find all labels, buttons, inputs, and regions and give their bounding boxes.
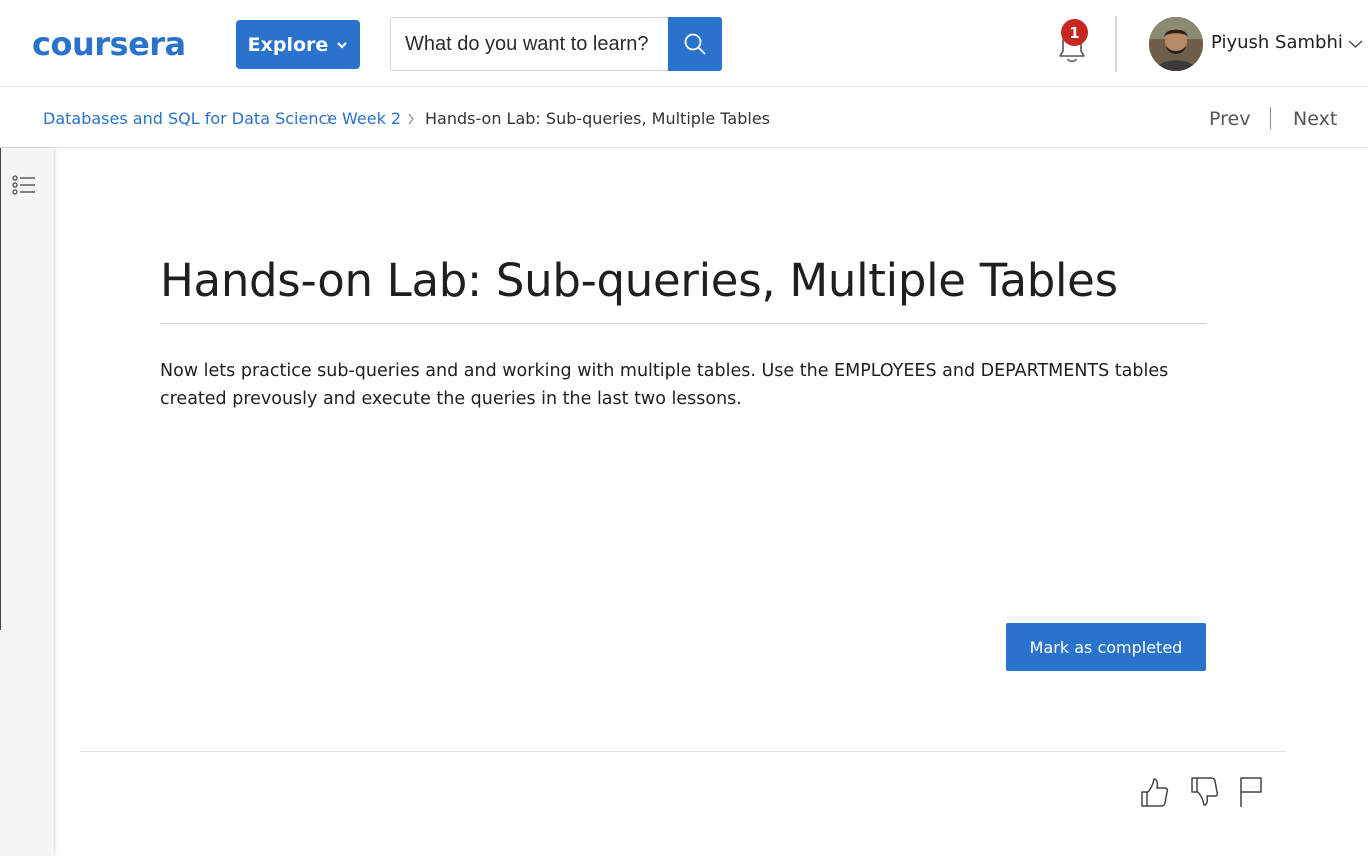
- lab-description: Now lets practice sub-queries and and wo…: [160, 361, 1169, 409]
- breadcrumb-week-link[interactable]: Week 2: [342, 109, 401, 128]
- chevron-down-icon: [337, 41, 348, 49]
- breadcrumb-course-link[interactable]: Databases and SQL for Data Science: [43, 109, 337, 128]
- search-bar: [390, 17, 722, 71]
- prev-button[interactable]: Prev: [1209, 108, 1250, 130]
- user-name[interactable]: Piyush Sambhi: [1211, 32, 1343, 53]
- notification-badge: 1: [1061, 19, 1088, 46]
- search-button[interactable]: [668, 17, 722, 71]
- thumbs-up-icon[interactable]: [1138, 775, 1170, 809]
- chevron-right-icon: [326, 113, 332, 125]
- nav-divider: [1270, 107, 1271, 129]
- breadcrumb-current-item: Hands-on Lab: Sub-queries, Multiple Tabl…: [425, 109, 770, 128]
- next-button[interactable]: Next: [1293, 108, 1337, 130]
- avatar-image: [1149, 17, 1203, 71]
- top-header: coursera Explore 1 Piyush Sambhi: [0, 0, 1368, 87]
- rail-edge: [0, 148, 1, 630]
- chevron-right-icon: [408, 113, 414, 125]
- title-divider: [160, 323, 1206, 324]
- coursera-logo[interactable]: coursera: [32, 26, 186, 62]
- breadcrumb: Databases and SQL for Data Science Week …: [0, 87, 1368, 148]
- thumbs-down-icon[interactable]: [1188, 775, 1220, 809]
- list-icon[interactable]: [10, 172, 38, 200]
- page-title: Hands-on Lab: Sub-queries, Multiple Tabl…: [160, 254, 1118, 307]
- chevron-down-icon[interactable]: [1348, 38, 1363, 50]
- explore-label: Explore: [247, 33, 329, 56]
- avatar[interactable]: [1149, 17, 1203, 71]
- flag-icon[interactable]: [1236, 775, 1268, 809]
- search-icon: [684, 33, 706, 55]
- header-divider: [1115, 16, 1117, 72]
- mark-as-completed-button[interactable]: Mark as completed: [1006, 623, 1206, 671]
- explore-button[interactable]: Explore: [236, 20, 360, 69]
- course-outline-rail: [0, 148, 54, 856]
- footer-divider: [80, 751, 1286, 752]
- search-input[interactable]: [390, 17, 668, 71]
